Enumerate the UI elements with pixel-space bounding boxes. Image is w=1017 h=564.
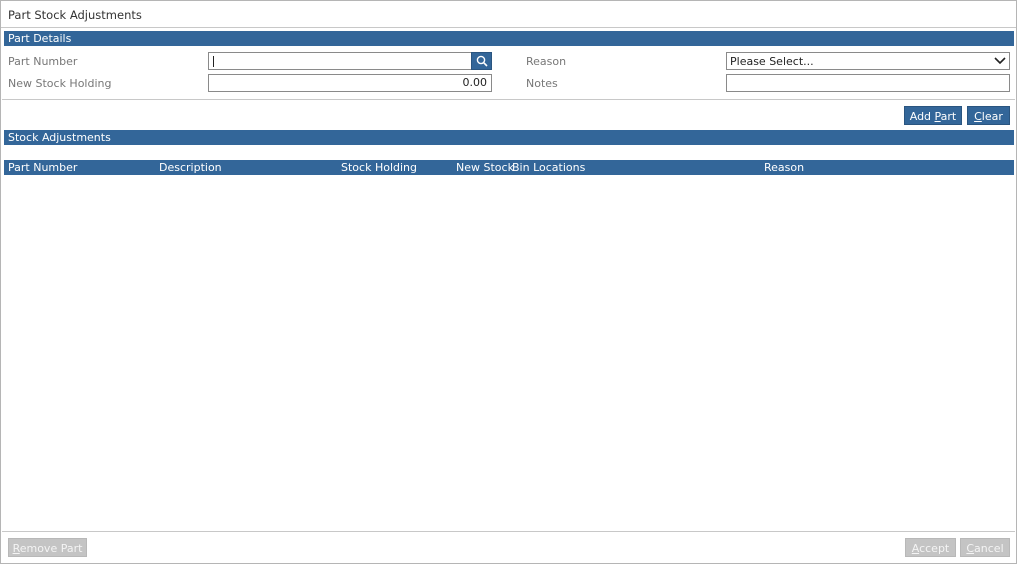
chevron-down-icon [994,57,1006,65]
notes-label: Notes [526,77,558,90]
add-part-label-end: art [940,110,957,123]
add-part-label-start: Add [909,110,935,123]
adjustments-grid-header: Part Number Description Stock Holding Ne… [4,160,1014,175]
column-header-reason[interactable]: Reason [764,160,804,175]
add-part-button[interactable]: Add Part [904,106,962,125]
accept-mnemonic: A [911,542,920,555]
column-header-description[interactable]: Description [159,160,222,175]
clear-mnemonic: C [974,110,982,123]
window-title: Part Stock Adjustments [1,1,1016,28]
part-number-input[interactable] [208,52,472,70]
footer-divider [2,531,1015,532]
new-stock-holding-label: New Stock Holding [8,77,112,90]
part-stock-adjustments-window: Part Stock Adjustments Part Details Part… [0,0,1017,564]
new-stock-holding-input[interactable]: 0.00 [208,74,492,92]
column-header-new-stock[interactable]: New Stock [456,160,514,175]
notes-input[interactable] [726,74,1010,92]
part-number-label: Part Number [8,55,78,68]
reason-label: Reason [526,55,567,68]
remove-part-button[interactable]: Remove Part [8,538,87,557]
cancel-label-end: ancel [974,542,1004,555]
cancel-mnemonic: C [966,542,975,555]
cancel-button[interactable]: Cancel [960,538,1010,557]
search-icon [476,55,488,67]
remove-part-label-end: emove Part [19,542,83,555]
part-search-button[interactable] [471,52,492,70]
clear-button[interactable]: Clear [967,106,1010,125]
remove-part-mnemonic: R [12,542,20,555]
adjustments-grid-body[interactable] [4,175,1014,531]
accept-button[interactable]: Accept [905,538,956,557]
column-header-bin-locations[interactable]: Bin Locations [512,160,585,175]
reason-select[interactable]: Please Select... [726,52,1010,70]
stock-adjustments-header: Stock Adjustments [4,130,1014,145]
clear-label-end: lear [981,110,1003,123]
reason-selected-value: Please Select... [730,55,814,68]
section-divider [2,99,1015,100]
part-details-header: Part Details [4,31,1014,46]
text-caret [213,56,214,67]
column-header-stock-holding[interactable]: Stock Holding [341,160,417,175]
column-header-part-number[interactable]: Part Number [8,160,77,175]
accept-label-end: ccept [919,542,950,555]
